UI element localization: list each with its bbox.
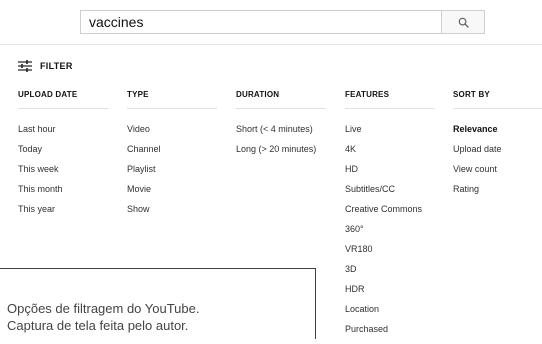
sort-by-option[interactable]: Rating: [453, 184, 542, 204]
features-option[interactable]: 3D: [345, 264, 435, 284]
duration-option[interactable]: Long (> 20 minutes): [236, 144, 326, 164]
type-option[interactable]: Movie: [127, 184, 217, 204]
upload-date-option[interactable]: This month: [18, 184, 108, 204]
type-option[interactable]: Show: [127, 204, 217, 224]
filter-label: FILTER: [40, 61, 73, 71]
duration-option[interactable]: Short (< 4 minutes): [236, 124, 326, 144]
sort-by-option[interactable]: Upload date: [453, 144, 542, 164]
upload-date-option[interactable]: This week: [18, 164, 108, 184]
features-option[interactable]: Purchased: [345, 324, 435, 344]
upload-date-options: Last hour Today This week This month Thi…: [18, 124, 108, 224]
search-button[interactable]: [441, 10, 485, 34]
type-option[interactable]: Playlist: [127, 164, 217, 184]
upload-date-option[interactable]: This year: [18, 204, 108, 224]
features-column: FEATURES Live 4K HD Subtitles/CC Creativ…: [345, 88, 435, 344]
sort-by-option-selected[interactable]: Relevance: [453, 124, 542, 144]
features-option[interactable]: Location: [345, 304, 435, 324]
features-option[interactable]: Live: [345, 124, 435, 144]
features-option[interactable]: 4K: [345, 144, 435, 164]
sort-by-options: Relevance Upload date View count Rating: [453, 124, 542, 204]
type-header: TYPE: [127, 88, 217, 109]
features-option[interactable]: Creative Commons: [345, 204, 435, 224]
caption-line-2: Captura de tela feita pelo autor.: [7, 318, 189, 333]
type-option[interactable]: Channel: [127, 144, 217, 164]
features-option[interactable]: VR180: [345, 244, 435, 264]
filter-button[interactable]: FILTER: [18, 58, 73, 74]
duration-column: DURATION Short (< 4 minutes) Long (> 20 …: [236, 88, 326, 164]
features-options: Live 4K HD Subtitles/CC Creative Commons…: [345, 124, 435, 344]
upload-date-column: UPLOAD DATE Last hour Today This week Th…: [18, 88, 108, 224]
features-header: FEATURES: [345, 88, 435, 109]
duration-header: DURATION: [236, 88, 326, 109]
duration-options: Short (< 4 minutes) Long (> 20 minutes): [236, 124, 326, 164]
search-input[interactable]: [80, 10, 441, 34]
type-column: TYPE Video Channel Playlist Movie Show: [127, 88, 217, 224]
type-option[interactable]: Video: [127, 124, 217, 144]
features-option[interactable]: HDR: [345, 284, 435, 304]
features-option[interactable]: Subtitles/CC: [345, 184, 435, 204]
caption-box: Opções de filtragem do YouTube. Captura …: [0, 268, 316, 339]
upload-date-option[interactable]: Today: [18, 144, 108, 164]
sort-by-option[interactable]: View count: [453, 164, 542, 184]
search-icon: [458, 17, 469, 28]
filter-sliders-icon: [18, 60, 32, 72]
sort-by-column: SORT BY Relevance Upload date View count…: [453, 88, 542, 204]
upload-date-header: UPLOAD DATE: [18, 88, 108, 109]
upload-date-option[interactable]: Last hour: [18, 124, 108, 144]
sort-by-header: SORT BY: [453, 88, 542, 109]
type-options: Video Channel Playlist Movie Show: [127, 124, 217, 224]
caption-line-1: Opções de filtragem do YouTube.: [7, 301, 200, 316]
features-option[interactable]: HD: [345, 164, 435, 184]
search-header: [0, 0, 542, 45]
features-option[interactable]: 360°: [345, 224, 435, 244]
